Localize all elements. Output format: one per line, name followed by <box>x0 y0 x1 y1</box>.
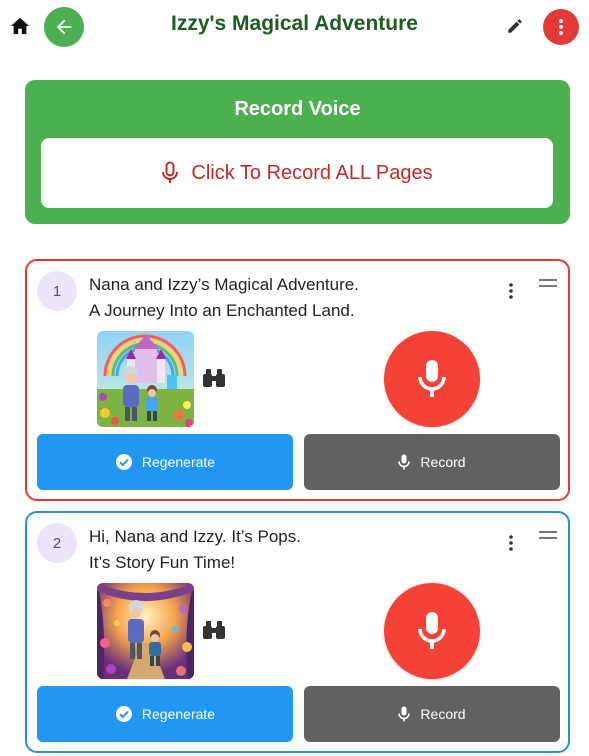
check-circle-icon <box>115 706 132 722</box>
binoculars-icon[interactable] <box>201 365 227 391</box>
page-options-icon[interactable] <box>503 281 519 301</box>
page-illustration[interactable] <box>97 331 194 427</box>
page-number-badge: 1 <box>37 271 77 311</box>
regenerate-button[interactable]: Regenerate <box>37 434 293 490</box>
record-all-pages-button[interactable]: Click To Record ALL Pages <box>41 138 553 208</box>
more-vertical-icon <box>559 19 563 35</box>
page-card-2: 2 Hi, Nana and Izzy. It’s Pops. It’s Sto… <box>25 511 570 753</box>
regenerate-label: Regenerate <box>141 454 216 470</box>
microphone-icon <box>418 612 446 649</box>
page-illustration[interactable] <box>97 583 194 679</box>
regenerate-label: Regenerate <box>141 706 216 722</box>
page-text[interactable]: Hi, Nana and Izzy. It’s Pops. It’s Story… <box>89 524 489 576</box>
arrow-back-icon <box>56 19 72 35</box>
page-card-1: 1 Nana and Izzy’s Magical Adventure. A J… <box>25 259 570 501</box>
page-text-line: It’s Story Fun Time! <box>89 553 236 572</box>
record-button[interactable]: Record <box>304 434 560 490</box>
record-label: Record <box>420 454 466 470</box>
record-all-pages-label: Click To Record ALL Pages <box>191 161 433 184</box>
drag-handle-icon[interactable] <box>539 531 557 541</box>
record-label: Record <box>420 706 466 722</box>
back-button[interactable] <box>44 7 84 47</box>
record-page-mic-button[interactable] <box>384 583 480 679</box>
page-text-line: A Journey Into an Enchanted Land. <box>89 301 355 320</box>
binoculars-icon[interactable] <box>201 617 227 643</box>
microphone-icon <box>398 454 411 470</box>
page-text-line: Nana and Izzy’s Magical Adventure. <box>89 275 359 294</box>
page-options-icon[interactable] <box>503 533 519 553</box>
home-icon[interactable] <box>8 14 32 38</box>
page-title: Izzy's Magical Adventure <box>171 12 418 35</box>
pencil-icon[interactable] <box>504 15 526 37</box>
more-options-button[interactable] <box>543 9 579 45</box>
record-page-mic-button[interactable] <box>384 331 480 427</box>
record-button[interactable]: Record <box>304 686 560 742</box>
page-number-badge: 2 <box>37 523 77 563</box>
record-voice-panel: Record Voice Click To Record ALL Pages <box>25 80 570 224</box>
regenerate-button[interactable]: Regenerate <box>37 686 293 742</box>
microphone-icon <box>418 360 446 397</box>
microphone-icon <box>398 706 411 722</box>
page-text-line: Hi, Nana and Izzy. It’s Pops. <box>89 527 301 546</box>
microphone-icon <box>162 161 179 183</box>
app-header: Izzy's Magical Adventure <box>0 0 589 56</box>
record-voice-title: Record Voice <box>234 98 361 120</box>
page-text[interactable]: Nana and Izzy’s Magical Adventure. A Jou… <box>89 272 489 324</box>
drag-handle-icon[interactable] <box>539 279 557 289</box>
check-circle-icon <box>115 454 132 470</box>
